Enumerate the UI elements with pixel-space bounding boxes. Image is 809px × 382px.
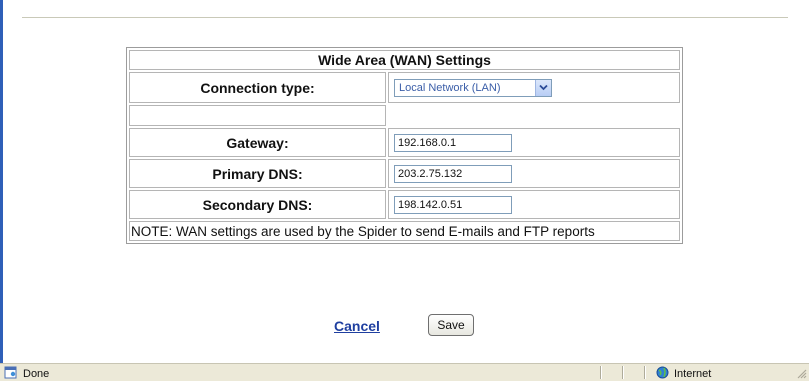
- status-left: Done: [4, 366, 49, 382]
- gateway-label: Gateway:: [129, 128, 386, 157]
- zone-indicator: Internet: [656, 366, 711, 382]
- primary-dns-input[interactable]: [394, 164, 512, 183]
- save-button[interactable]: Save: [428, 314, 474, 336]
- secondary-dns-cell: [388, 190, 680, 219]
- zone-text: Internet: [674, 368, 712, 380]
- gateway-cell: [388, 128, 680, 157]
- wan-note: NOTE: WAN settings are used by the Spide…: [129, 221, 680, 241]
- status-text: Done: [23, 368, 50, 380]
- wan-settings-table: Wide Area (WAN) Settings Connection type…: [126, 47, 683, 244]
- primary-dns-cell: [388, 159, 680, 188]
- status-divider: [622, 366, 624, 379]
- connection-type-select[interactable]: Local Network (LAN): [394, 78, 552, 97]
- connection-type-value: Local Network (LAN): [399, 81, 501, 94]
- cancel-link[interactable]: Cancel: [334, 318, 380, 334]
- page-icon: [4, 366, 18, 382]
- globe-icon: [656, 366, 669, 382]
- empty-cell-right: [388, 105, 680, 126]
- top-divider: [22, 17, 788, 18]
- status-divider: [644, 366, 646, 379]
- status-divider: [600, 366, 602, 379]
- chevron-down-icon[interactable]: [535, 79, 551, 96]
- connection-type-label: Connection type:: [129, 72, 386, 103]
- resize-grip-icon[interactable]: [796, 368, 807, 379]
- gateway-input[interactable]: [394, 133, 512, 152]
- form-title: Wide Area (WAN) Settings: [129, 50, 680, 70]
- status-bar: Done Internet: [0, 363, 809, 381]
- connection-type-cell: Local Network (LAN): [388, 72, 680, 103]
- window-left-edge: [0, 0, 3, 363]
- empty-cell-left: [129, 105, 386, 126]
- secondary-dns-input[interactable]: [394, 195, 512, 214]
- primary-dns-label: Primary DNS:: [129, 159, 386, 188]
- secondary-dns-label: Secondary DNS:: [129, 190, 386, 219]
